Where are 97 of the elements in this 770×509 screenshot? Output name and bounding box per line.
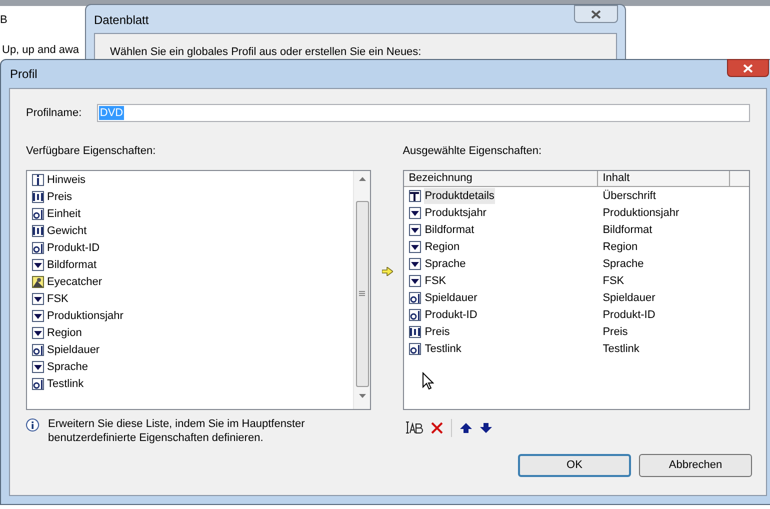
column-header[interactable]: Inhalt — [598, 170, 730, 186]
text-field-icon — [408, 309, 421, 321]
dropdown-icon — [408, 224, 421, 236]
number-field-icon — [32, 225, 44, 237]
list-item[interactable]: Region — [32, 324, 354, 342]
table-row[interactable]: Produktsjahr Produktionsjahr — [404, 204, 749, 222]
table-cell-text: FSK — [602, 274, 624, 289]
field-label: Profilname: — [26, 106, 83, 121]
table-cell-text: Produktsjahr — [424, 206, 488, 221]
info-icon — [32, 174, 44, 186]
dropdown-icon — [32, 361, 44, 373]
info-icon — [25, 418, 40, 432]
table-cell-text: Spieldauer — [424, 290, 478, 306]
list-item[interactable]: Preis — [32, 188, 354, 206]
move-down-icon[interactable] — [480, 422, 492, 432]
close-icon — [743, 64, 753, 72]
close-icon — [591, 10, 601, 18]
number-field-icon — [408, 326, 421, 338]
background-text: B — [0, 13, 8, 28]
dialog-button[interactable]: OK — [518, 454, 631, 477]
list-label: Verfügbare Eigenschaften: — [26, 144, 157, 159]
text-field-icon — [32, 344, 44, 356]
dropdown-icon — [32, 293, 44, 305]
list-item[interactable]: Einheit — [32, 206, 354, 222]
dropdown-icon — [32, 259, 44, 271]
table-cell-text: Testlink — [424, 342, 462, 357]
table-row[interactable]: Bildformat Bildformat — [404, 222, 749, 238]
list-item[interactable]: Spieldauer — [32, 342, 354, 358]
table-cell-text: Bildformat — [602, 222, 652, 238]
rename-icon[interactable] — [404, 421, 423, 434]
mouse-cursor-icon — [422, 372, 434, 390]
table-row[interactable]: Sprache Sprache — [404, 256, 749, 272]
selected-properties-table[interactable] — [402, 170, 750, 410]
dropdown-icon — [32, 310, 44, 322]
table-cell-text: Bildformat — [424, 222, 476, 238]
list-item[interactable]: Bildformat — [32, 256, 354, 274]
table-cell-text: Produkt-ID — [602, 308, 656, 323]
table-row[interactable]: Preis Preis — [404, 324, 749, 340]
table-row[interactable]: Region Region — [404, 238, 749, 256]
background-text: Up, up and awa — [2, 44, 80, 57]
list-item[interactable]: FSK — [32, 290, 354, 308]
add-arrow-icon[interactable] — [382, 267, 393, 276]
prompt-text: Wählen Sie ein globales Profil aus oder erstellen Sie ein Neues: — [110, 45, 422, 60]
available-properties-list[interactable]: Hinweis Preis Einheit Gewicht Produkt-ID Bildformat Eyecatcher FSK Produktionsjahr Region Spieldauer Sprache Testlink — [26, 170, 372, 410]
list-item[interactable]: Gewicht — [32, 222, 354, 240]
list-item[interactable]: Eyecatcher — [32, 274, 354, 290]
close-button[interactable] — [727, 59, 769, 77]
table-cell-text: Sprache — [424, 256, 467, 272]
dropdown-icon — [408, 207, 421, 219]
window-title: Profil — [10, 66, 38, 83]
dialog-button[interactable]: Abbrechen — [639, 454, 752, 477]
text-field-icon — [32, 208, 44, 220]
grip-icon — [359, 291, 366, 296]
scrollbar[interactable] — [353, 170, 370, 408]
dropdown-icon — [408, 258, 421, 270]
scroll-down-icon — [358, 394, 366, 398]
dropdown-icon — [32, 327, 44, 339]
table-row[interactable]: FSK FSK — [404, 272, 749, 290]
table-cell-text: Spieldauer — [602, 290, 656, 306]
text-field-icon — [32, 242, 44, 254]
hint-text: Erweitern Sie diese Liste, indem Sie im Hauptfenster benutzerdefinierte Eigenschaften definieren. — [48, 416, 306, 444]
table-cell-text: Preis — [602, 324, 628, 340]
table-cell-text: Überschrift — [602, 188, 656, 204]
table-row[interactable]: Produkt-ID Produkt-ID — [404, 306, 749, 324]
dropdown-icon — [408, 241, 421, 253]
table-row[interactable]: Spieldauer Spieldauer — [404, 290, 749, 306]
heading-icon — [408, 190, 421, 202]
table-cell-text: Region — [424, 240, 461, 255]
table-cell-text: Preis — [424, 324, 451, 340]
close-button[interactable] — [574, 5, 618, 23]
table-cell-text: Testlink — [602, 342, 640, 357]
table-cell-text: FSK — [424, 274, 448, 289]
text-field-icon — [408, 292, 421, 304]
table-cell-text: Produktionsjahr — [602, 206, 680, 221]
list-item[interactable]: Produktionsjahr — [32, 308, 354, 324]
scroll-up-icon — [358, 176, 366, 180]
text-field-icon — [408, 343, 421, 355]
list-item[interactable]: Sprache — [32, 358, 354, 376]
table-row[interactable]: Testlink Testlink — [404, 340, 749, 358]
table-cell: Produktdetails — [424, 188, 496, 204]
number-field-icon — [32, 191, 44, 203]
table-cell-text: Region — [602, 240, 638, 255]
delete-icon[interactable] — [430, 422, 443, 434]
column-header[interactable]: Bezeichnung — [404, 170, 598, 186]
list-label: Ausgewählte Eigenschaften: — [402, 144, 543, 159]
move-up-icon[interactable] — [460, 422, 472, 432]
window-title: Datenblatt — [94, 12, 149, 29]
table-row[interactable]: Produktdetails Überschrift — [404, 188, 749, 204]
list-item[interactable]: Hinweis — [32, 172, 354, 188]
table-cell-text: Sprache — [602, 256, 644, 272]
dropdown-icon — [408, 275, 421, 287]
list-item[interactable]: Testlink — [32, 376, 354, 392]
scroll-thumb[interactable] — [356, 200, 369, 386]
image-icon — [32, 276, 44, 288]
list-item[interactable]: Produkt-ID — [32, 240, 354, 256]
table-cell-text: Produkt-ID — [424, 308, 478, 323]
text-field-icon — [32, 378, 44, 390]
